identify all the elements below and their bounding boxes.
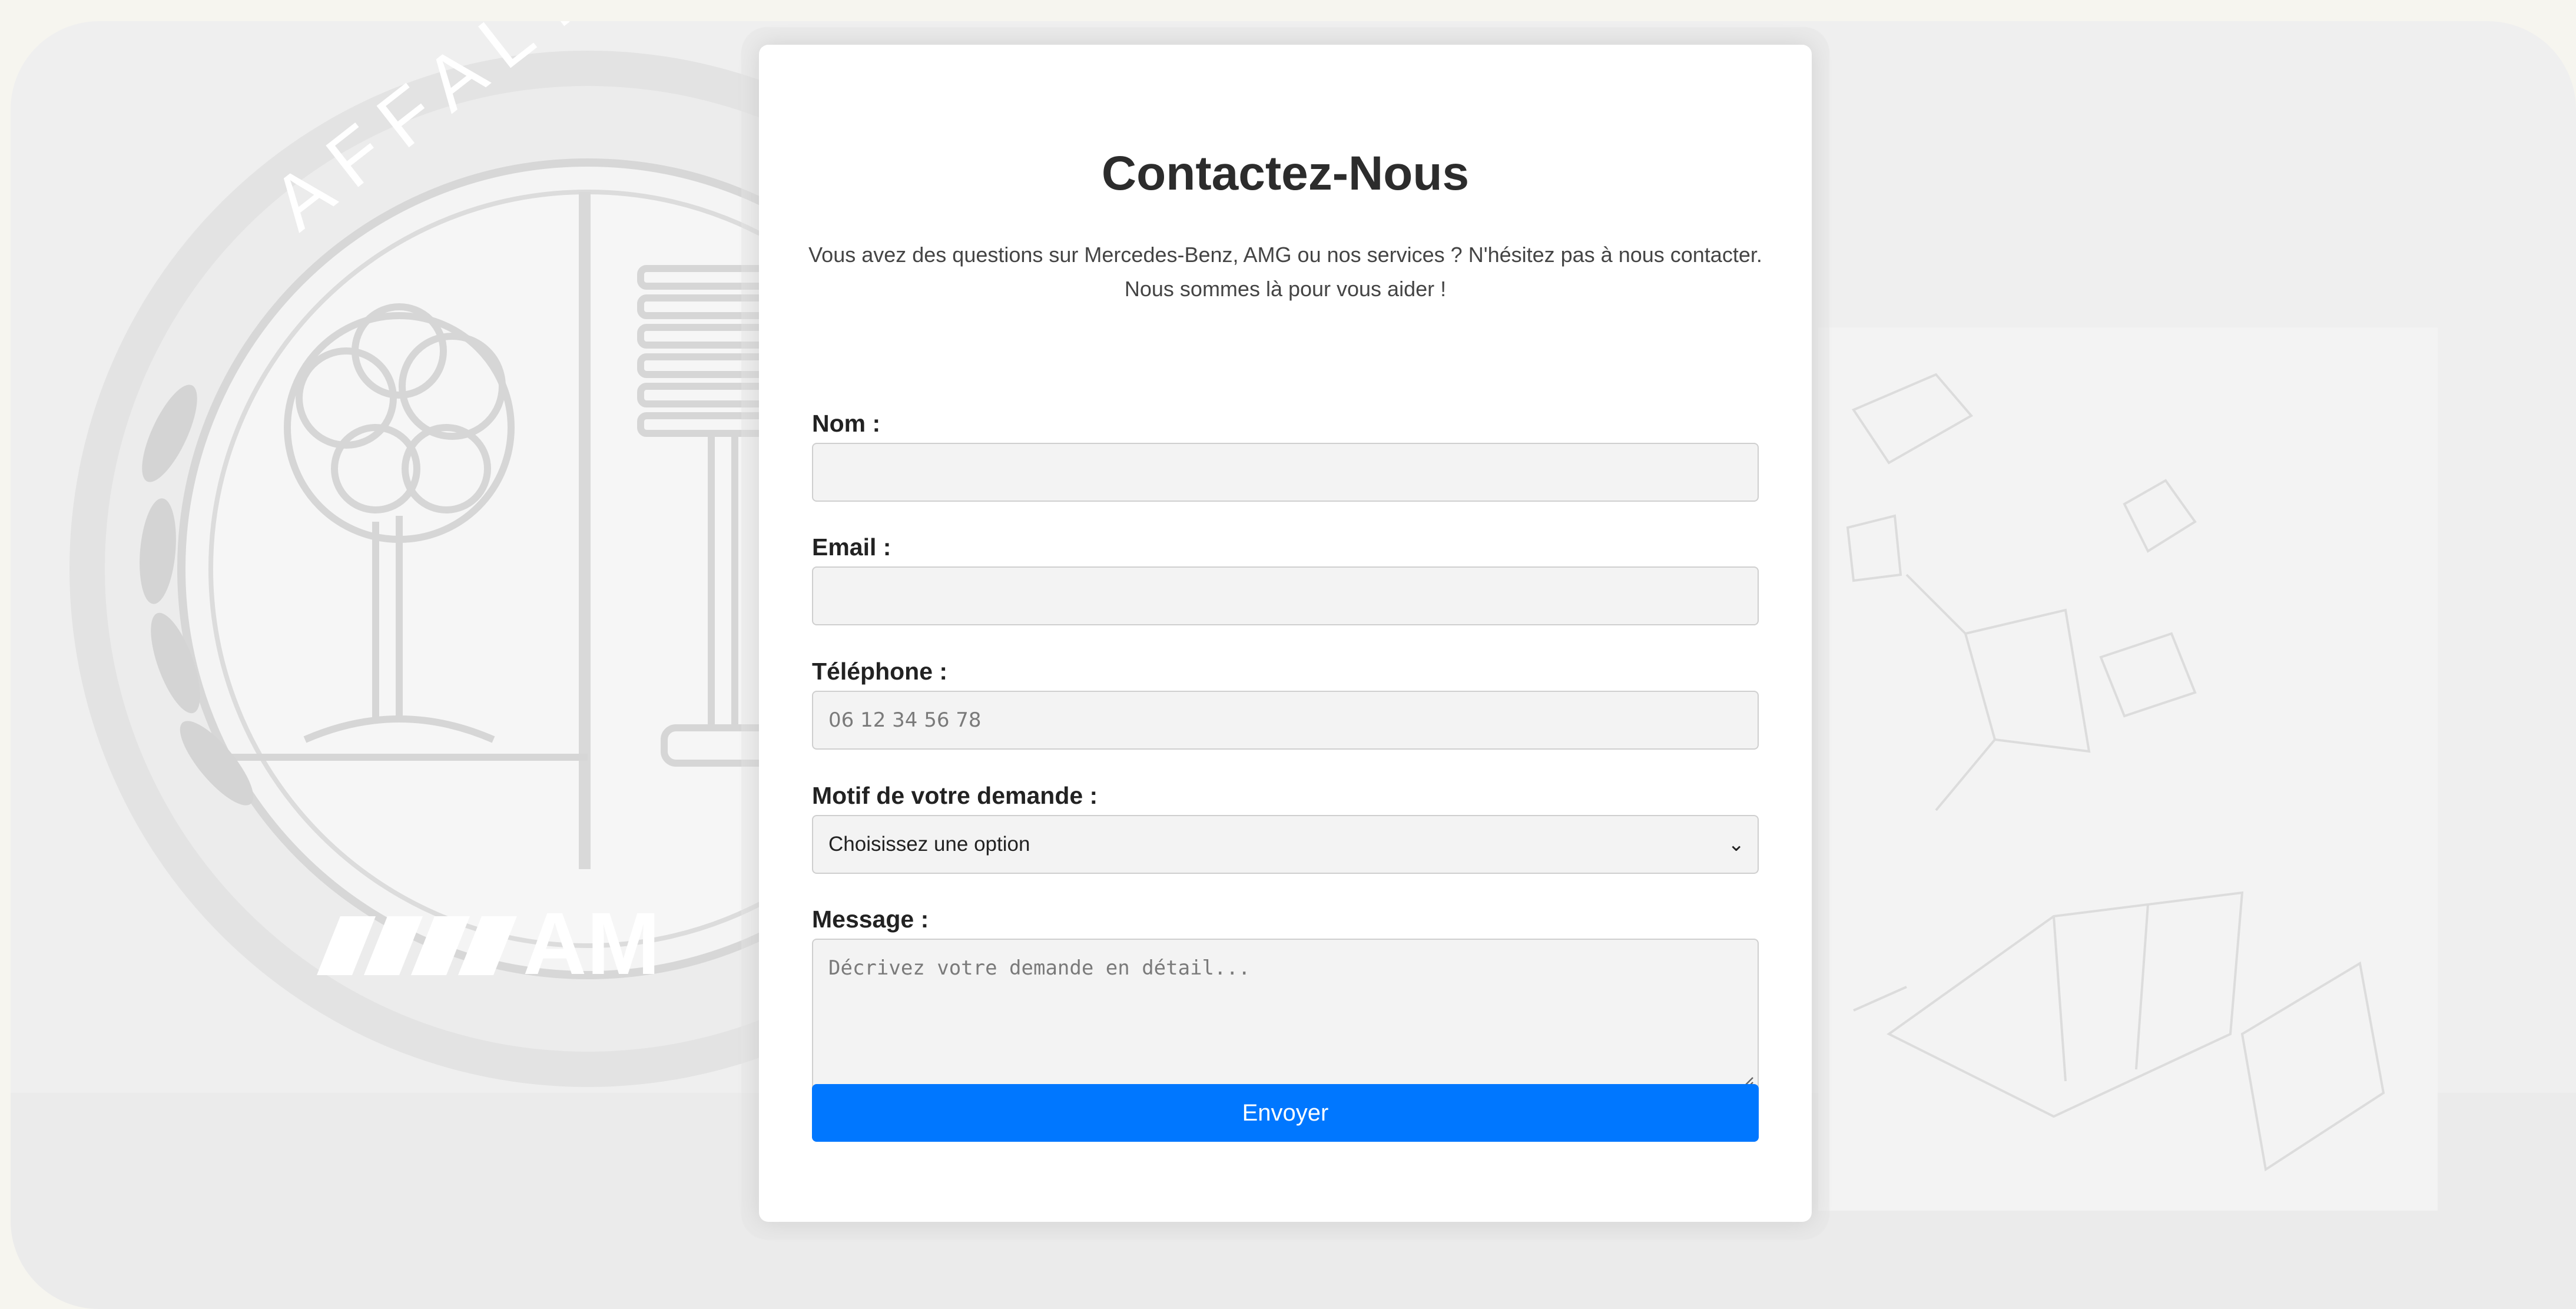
reason-select[interactable]: Choisissez une option ⌄ [812,815,1759,874]
logo-word: AM [523,894,660,993]
page-title: Contactez-Nous [1101,147,1470,200]
message-textarea[interactable]: Décrivez votre demande en détail... [812,939,1759,1096]
submit-button[interactable]: Envoyer [812,1084,1759,1142]
reason-selected-value: Choisissez une option [828,833,1030,856]
name-input[interactable] [812,443,1759,502]
chevron-down-icon: ⌄ [1728,833,1745,856]
email-input[interactable] [812,566,1759,625]
phone-label: Téléphone : [812,658,948,685]
intro-line-1: Vous avez des questions sur Mercedes-Ben… [808,243,1762,267]
reason-label: Motif de votre demande : [812,782,1098,809]
roll-cage-diagram-background [1818,327,2438,1211]
phone-input[interactable]: 06 12 34 56 78 [812,691,1759,750]
message-label: Message : [812,906,929,933]
email-label: Email : [812,533,891,561]
intro-line-2: Nous sommes là pour vous aider ! [1124,277,1447,301]
name-label: Nom : [812,410,881,437]
intro-text: Vous avez des questions sur Mercedes-Ben… [794,238,1776,306]
diagram-drawing [1846,373,2385,1172]
contact-form-card: Contactez-Nous Vous avez des questions s… [759,45,1812,1222]
message-placeholder: Décrivez votre demande en détail... [828,956,1251,980]
